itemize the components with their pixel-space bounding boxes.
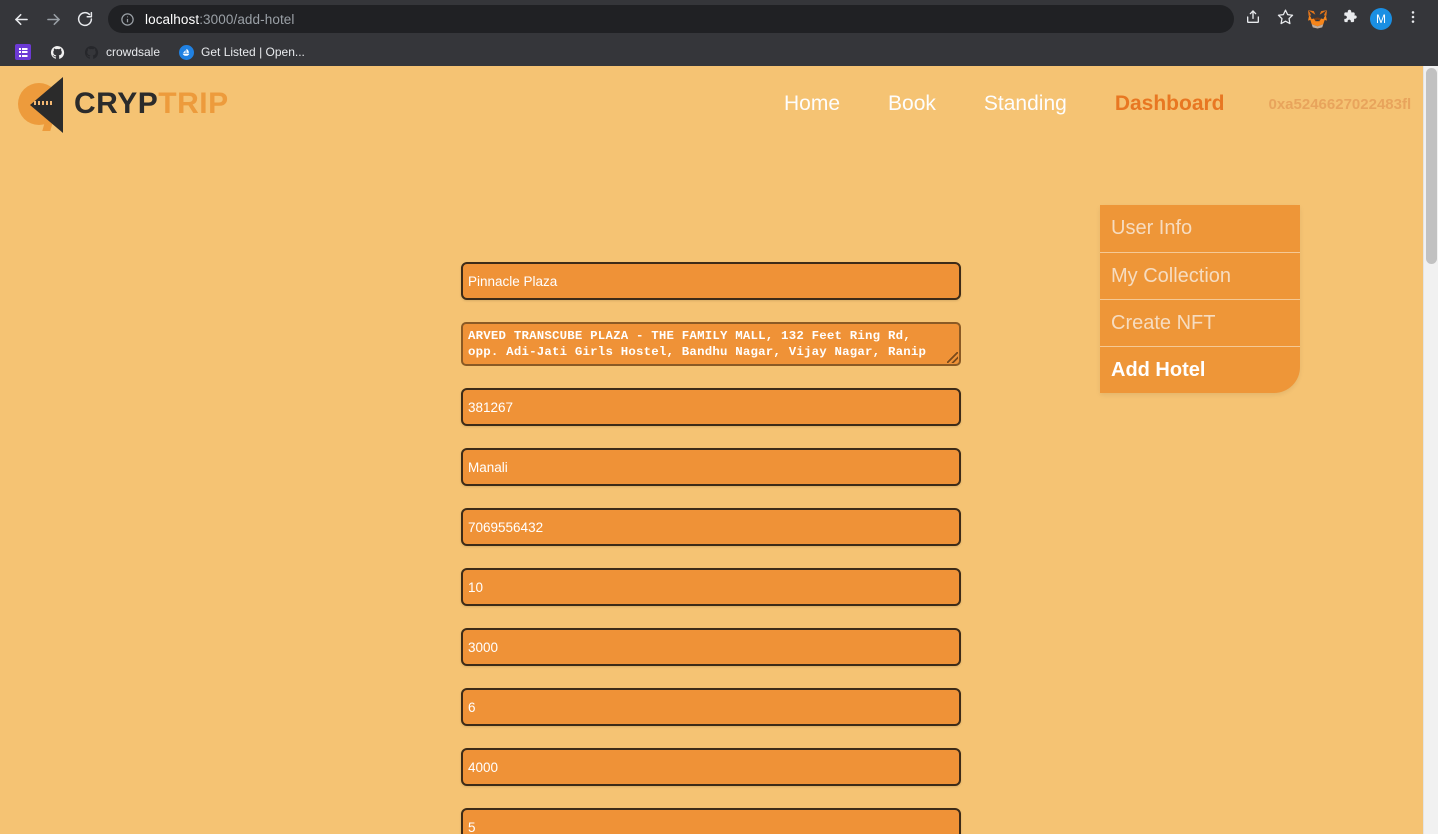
- bookmark-apps-button[interactable]: [8, 41, 38, 63]
- pincode-input[interactable]: 381267: [461, 388, 961, 426]
- profile-button[interactable]: M: [1366, 4, 1396, 34]
- nav-link-home[interactable]: Home: [760, 92, 864, 116]
- add-hotel-form: Pinnacle Plaza ARVED TRANSCUBE PLAZA - T…: [461, 262, 961, 834]
- three-dot-menu-icon: [1405, 9, 1421, 30]
- arrow-right-icon: [44, 10, 63, 29]
- github-icon: [49, 44, 65, 60]
- url-path: :3000/add-hotel: [199, 11, 295, 27]
- metamask-extension-button[interactable]: [1302, 4, 1332, 34]
- metamask-fox-icon: [1307, 9, 1328, 29]
- avatar: M: [1370, 8, 1392, 30]
- main-navigation: Home Book Standing Dashboard 0xa52466270…: [760, 66, 1411, 142]
- web-page: CRYPTRIP Home Book Standing Dashboard 0x…: [0, 66, 1423, 834]
- page-viewport: CRYPTRIP Home Book Standing Dashboard 0x…: [0, 66, 1438, 834]
- star-icon: [1277, 8, 1294, 30]
- puzzle-piece-icon: [1341, 8, 1358, 30]
- bookmark-opensea[interactable]: Get Listed | Open...: [171, 41, 312, 63]
- reload-icon: [76, 10, 94, 28]
- bookmark-button[interactable]: [1270, 4, 1300, 34]
- url-text: localhost:3000/add-hotel: [145, 12, 295, 27]
- dropdown-item-create-nft[interactable]: Create NFT: [1100, 299, 1300, 346]
- cryptrip-logo-icon: [18, 75, 76, 133]
- dropdown-item-user-info[interactable]: User Info: [1100, 205, 1300, 252]
- page-scrollbar[interactable]: [1423, 66, 1438, 834]
- nav-link-dashboard[interactable]: Dashboard: [1091, 92, 1249, 116]
- phone-input[interactable]: 7069556432: [461, 508, 961, 546]
- logo-text-part2: TRIP: [158, 87, 229, 120]
- site-header: CRYPTRIP Home Book Standing Dashboard 0x…: [0, 66, 1423, 142]
- url-host: localhost: [145, 11, 200, 27]
- share-icon: [1245, 9, 1261, 30]
- hotel-address-line2: opp. Adi-Jati Girls Hostel, Bandhu Nagar…: [468, 344, 927, 359]
- dropdown-item-add-hotel[interactable]: Add Hotel: [1100, 346, 1300, 393]
- reload-button[interactable]: [70, 4, 100, 34]
- browser-menu-button[interactable]: [1398, 4, 1428, 34]
- scrollbar-thumb[interactable]: [1426, 68, 1437, 264]
- rooms-count-input-3[interactable]: 5: [461, 808, 961, 834]
- bookmark-crowdsale[interactable]: crowdsale: [76, 41, 167, 63]
- info-circle-icon[interactable]: [120, 12, 135, 27]
- browser-toolbar: localhost:3000/add-hotel M: [0, 0, 1438, 38]
- share-button[interactable]: [1238, 4, 1268, 34]
- textarea-resize-handle[interactable]: [947, 352, 958, 363]
- price-input-1[interactable]: 3000: [461, 628, 961, 666]
- bookmark-label: crowdsale: [106, 45, 161, 59]
- site-logo[interactable]: CRYPTRIP: [18, 75, 229, 133]
- logo-text: CRYPTRIP: [74, 87, 229, 121]
- price-input-2[interactable]: 4000: [461, 748, 961, 786]
- hotel-address-textarea[interactable]: ARVED TRANSCUBE PLAZA - THE FAMILY MALL,…: [461, 322, 961, 366]
- back-button[interactable]: [6, 4, 36, 34]
- wallet-address[interactable]: 0xa5246627022483fl: [1269, 96, 1412, 113]
- nav-link-standing[interactable]: Standing: [960, 92, 1091, 116]
- dropdown-item-my-collection[interactable]: My Collection: [1100, 252, 1300, 299]
- opensea-icon: [178, 44, 194, 60]
- city-input[interactable]: Manali: [461, 448, 961, 486]
- rooms-count-input-2[interactable]: 6: [461, 688, 961, 726]
- toolbar-right-group: M: [1238, 4, 1428, 34]
- bookmarks-bar: crowdsale Get Listed | Open...: [0, 38, 1438, 66]
- address-bar[interactable]: localhost:3000/add-hotel: [108, 5, 1234, 33]
- github-dark-icon: [83, 44, 99, 60]
- forward-button[interactable]: [38, 4, 68, 34]
- nav-link-book[interactable]: Book: [864, 92, 960, 116]
- arrow-left-icon: [12, 10, 31, 29]
- hotel-address-line1: ARVED TRANSCUBE PLAZA - THE FAMILY MALL,…: [468, 329, 911, 343]
- extensions-button[interactable]: [1334, 4, 1364, 34]
- browser-chrome: localhost:3000/add-hotel M crowdsale Get…: [0, 0, 1438, 66]
- bookmark-label: Get Listed | Open...: [201, 45, 305, 59]
- bookmark-github[interactable]: [42, 41, 72, 63]
- dashboard-dropdown-menu: User Info My Collection Create NFT Add H…: [1100, 205, 1300, 393]
- rooms-count-input[interactable]: 10: [461, 568, 961, 606]
- logo-text-part1: CRYP: [74, 87, 159, 120]
- hotel-name-input[interactable]: Pinnacle Plaza: [461, 262, 961, 300]
- purple-list-icon: [15, 44, 31, 60]
